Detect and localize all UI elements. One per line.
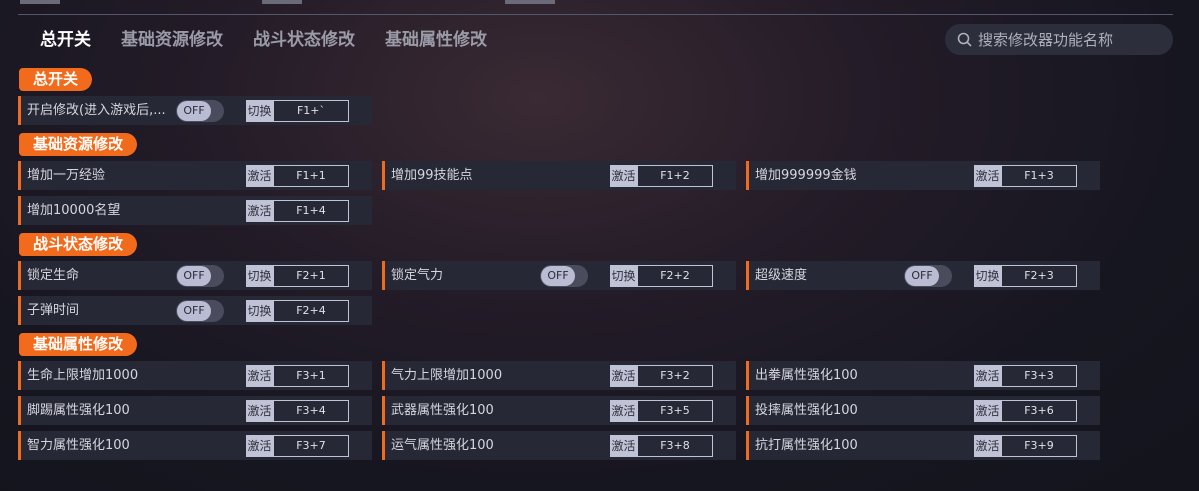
section-title-master: 总开关 (19, 68, 93, 91)
cheat-label: 开启修改(进入游戏后,... (27, 103, 166, 118)
toggle-switch[interactable]: OFF (176, 100, 224, 122)
toggle-state: OFF (177, 266, 211, 286)
cheat-row: 脚踢属性强化100 激活 F3+4 (18, 396, 372, 425)
cheat-label: 智力属性强化100 (27, 438, 130, 453)
toggle-switch[interactable]: OFF (176, 265, 224, 287)
hotkey-field[interactable]: F2+2 (637, 265, 713, 287)
cheat-row: 投摔属性强化100 激活 F3+6 (746, 396, 1100, 425)
cheat-row: 气力上限增加1000 激活 F3+2 (382, 361, 736, 390)
cheat-label: 气力上限增加1000 (391, 368, 503, 383)
cheat-label: 运气属性强化100 (391, 438, 494, 453)
cheat-label: 投摔属性强化100 (755, 403, 858, 418)
activate-button[interactable]: 激活 (246, 200, 273, 222)
cheat-row: 子弹时间 OFF 切换 F2+4 (18, 296, 372, 325)
cheat-row: 锁定生命 OFF 切换 F2+1 (18, 261, 372, 290)
cheat-row: 锁定气力 OFF 切换 F2+2 (382, 261, 736, 290)
toggle-button[interactable]: 切换 (246, 300, 273, 322)
cheat-row: 超级速度 OFF 切换 F2+3 (746, 261, 1100, 290)
cheat-row: 武器属性强化100 激活 F3+5 (382, 396, 736, 425)
top-cutoff-text (20, 0, 60, 4)
cheat-label: 锁定生命 (27, 268, 80, 283)
activate-button[interactable]: 激活 (974, 435, 1001, 457)
activate-button[interactable]: 激活 (246, 365, 273, 387)
tab-basic-resources[interactable]: 基础资源修改 (121, 28, 223, 52)
tab-combat-status[interactable]: 战斗状态修改 (253, 28, 355, 52)
hotkey-field[interactable]: F3+9 (1001, 435, 1077, 457)
cheat-row: 增加99技能点 激活 F1+2 (382, 161, 736, 190)
cheat-label: 增加10000名望 (27, 203, 121, 218)
cheat-label: 增加999999金钱 (755, 168, 857, 183)
cheat-row: 智力属性强化100 激活 F3+7 (18, 431, 372, 460)
toggle-button[interactable]: 切换 (974, 265, 1001, 287)
cheat-row: 抗打属性强化100 激活 F3+9 (746, 431, 1100, 460)
header-divider (18, 14, 1173, 15)
cheat-label: 增加一万经验 (27, 168, 106, 183)
activate-button[interactable]: 激活 (246, 400, 273, 422)
tab-bar: 总开关 基础资源修改 战斗状态修改 基础属性修改 (40, 28, 517, 52)
activate-button[interactable]: 激活 (246, 165, 273, 187)
hotkey-field[interactable]: F1+2 (637, 165, 713, 187)
toggle-state: OFF (541, 266, 575, 286)
toggle-switch[interactable]: OFF (904, 265, 952, 287)
activate-button[interactable]: 激活 (610, 435, 637, 457)
cheat-label: 超级速度 (755, 268, 808, 283)
cheat-label: 武器属性强化100 (391, 403, 494, 418)
activate-button[interactable]: 激活 (974, 400, 1001, 422)
cheat-row: 增加一万经验 激活 F1+1 (18, 161, 372, 190)
hotkey-field[interactable]: F1+1 (273, 165, 349, 187)
cheat-row: 增加999999金钱 激活 F1+3 (746, 161, 1100, 190)
toggle-state: OFF (177, 301, 211, 321)
activate-button[interactable]: 激活 (610, 365, 637, 387)
hotkey-field[interactable]: F1+3 (1001, 165, 1077, 187)
toggle-state: OFF (905, 266, 939, 286)
cheat-label: 出拳属性强化100 (755, 368, 858, 383)
activate-button[interactable]: 激活 (246, 435, 273, 457)
hotkey-field[interactable]: F3+1 (273, 365, 349, 387)
toggle-button[interactable]: 切换 (610, 265, 637, 287)
hotkey-field[interactable]: F3+3 (1001, 365, 1077, 387)
hotkey-field[interactable]: F2+1 (273, 265, 349, 287)
section-title-resources: 基础资源修改 (19, 133, 138, 156)
toggle-button[interactable]: 切换 (246, 265, 273, 287)
cheat-row: 增加10000名望 激活 F1+4 (18, 196, 372, 225)
cheat-row: 开启修改(进入游戏后,... OFF 切换 F1+` (18, 96, 372, 125)
cheat-label: 脚踢属性强化100 (27, 403, 130, 418)
activate-button[interactable]: 激活 (610, 400, 637, 422)
toggle-switch[interactable]: OFF (176, 300, 224, 322)
toggle-state: OFF (177, 101, 211, 121)
cheat-row: 出拳属性强化100 激活 F3+3 (746, 361, 1100, 390)
cheat-label: 生命上限增加1000 (27, 368, 139, 383)
top-cutoff-text (262, 0, 302, 4)
tab-basic-attributes[interactable]: 基础属性修改 (385, 28, 487, 52)
cheat-label: 子弹时间 (27, 303, 80, 318)
cheat-label: 抗打属性强化100 (755, 438, 858, 453)
hotkey-field[interactable]: F3+5 (637, 400, 713, 422)
cheat-label: 增加99技能点 (391, 168, 473, 183)
cheat-row: 生命上限增加1000 激活 F3+1 (18, 361, 372, 390)
hotkey-field[interactable]: F3+8 (637, 435, 713, 457)
toggle-switch[interactable]: OFF (540, 265, 588, 287)
toggle-button[interactable]: 切换 (246, 100, 273, 122)
hotkey-field[interactable]: F2+4 (273, 300, 349, 322)
hotkey-field[interactable]: F3+2 (637, 365, 713, 387)
section-title-combat: 战斗状态修改 (19, 233, 138, 256)
cheat-label: 锁定气力 (391, 268, 444, 283)
hotkey-field[interactable]: F1+` (273, 100, 349, 122)
section-title-attributes: 基础属性修改 (19, 333, 138, 356)
top-cutoff-text (505, 0, 555, 4)
hotkey-field[interactable]: F3+6 (1001, 400, 1077, 422)
activate-button[interactable]: 激活 (974, 165, 1001, 187)
search-input[interactable] (978, 30, 1158, 49)
search-icon (957, 32, 972, 47)
search-box[interactable] (945, 24, 1173, 55)
hotkey-field[interactable]: F3+7 (273, 435, 349, 457)
tab-master-switch[interactable]: 总开关 (40, 28, 91, 52)
hotkey-field[interactable]: F3+4 (273, 400, 349, 422)
hotkey-field[interactable]: F1+4 (273, 200, 349, 222)
hotkey-field[interactable]: F2+3 (1001, 265, 1077, 287)
activate-button[interactable]: 激活 (610, 165, 637, 187)
activate-button[interactable]: 激活 (974, 365, 1001, 387)
cheat-row: 运气属性强化100 激活 F3+8 (382, 431, 736, 460)
